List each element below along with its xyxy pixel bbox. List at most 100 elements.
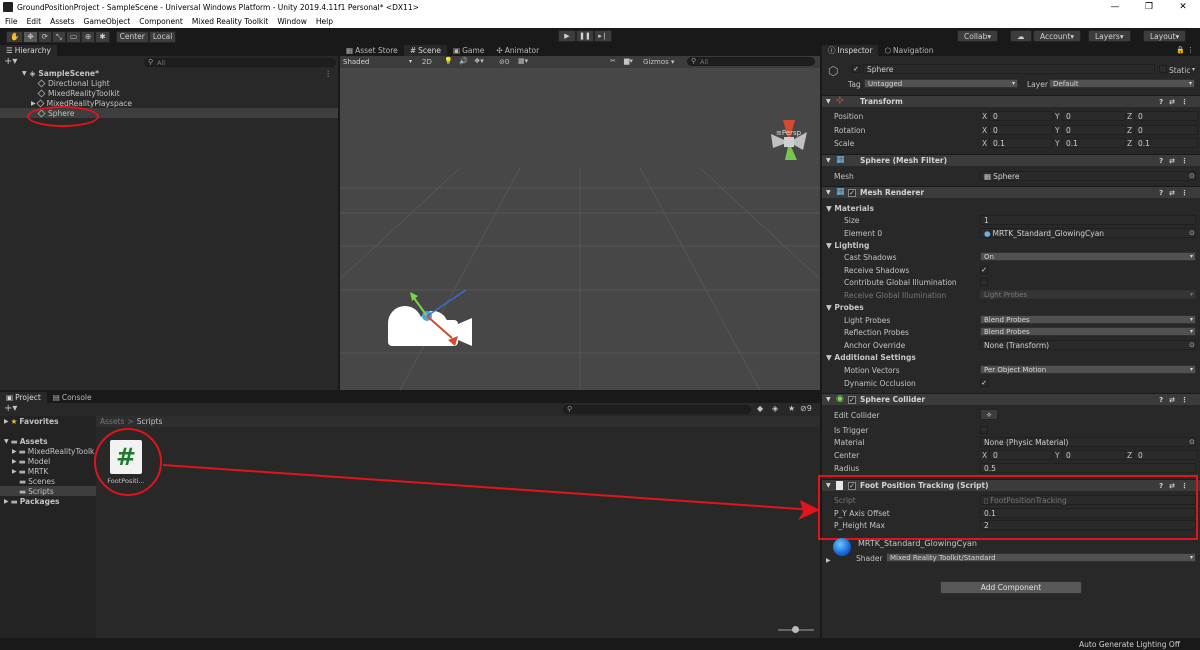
cast-shadows-dropdown[interactable]: On (980, 252, 1196, 261)
probes-section[interactable]: ▼ Probes (826, 303, 864, 312)
add-component-button[interactable]: Add Component (940, 581, 1082, 594)
receive-shadows-checkbox[interactable]: ✓ (980, 266, 988, 274)
close-button[interactable]: ✕ (1166, 2, 1200, 12)
motion-vectors-dropdown[interactable]: Per Object Motion (980, 365, 1196, 374)
rect-tool-icon[interactable]: ▭ (65, 30, 82, 43)
hidden-objects-toggle[interactable]: ⊘0 (499, 58, 509, 66)
maximize-button[interactable]: ❐ (1132, 2, 1166, 12)
rotate-tool-icon[interactable]: ⟳ (37, 30, 52, 43)
scale-z-field[interactable]: 0.1 (1134, 138, 1198, 148)
hidden-packages-toggle[interactable]: ⊘9 (800, 404, 812, 413)
transform-tool-icon[interactable]: ⊕ (81, 30, 96, 43)
packages-row[interactable]: ▶ ▬ Packages (0, 496, 96, 506)
mesh-field[interactable]: ▦ Sphere (980, 171, 1196, 181)
play-button[interactable]: ▶ (558, 30, 576, 42)
sphere-collider-header[interactable]: ▼ ◉ ✓ Sphere Collider ?⇄⋮ (822, 393, 1200, 405)
lighting-section[interactable]: ▼ Lighting (826, 241, 869, 250)
tools-icon[interactable]: ✂ (610, 57, 616, 65)
hierarchy-search-input[interactable]: All (144, 58, 336, 67)
favorite-star-icon[interactable]: ★ (788, 404, 795, 413)
folder-row[interactable]: ▶ ▬ MixedRealityToolk (0, 446, 96, 456)
static-dropdown-icon[interactable]: ▾ (1192, 66, 1195, 73)
position-z-field[interactable]: 0 (1134, 111, 1198, 121)
menu-component[interactable]: Component (139, 17, 183, 26)
component-menu-icons[interactable]: ?⇄⋮ (1159, 98, 1194, 106)
tab-navigation[interactable]: ⬡ Navigation (878, 45, 939, 56)
folder-row[interactable]: ▶ ▬ MRTK (0, 466, 96, 476)
lock-icon[interactable]: 🔒 ⋮ (1176, 46, 1194, 54)
rotation-z-field[interactable]: 0 (1134, 125, 1198, 135)
scale-tool-icon[interactable]: ⤡ (51, 30, 66, 43)
camera-dropdown-icon[interactable]: ▆▾ (624, 57, 633, 65)
folder-row[interactable]: ▬ Scenes (0, 476, 96, 486)
materials-section[interactable]: ▼ Materials (826, 204, 874, 213)
tab-console[interactable]: ▤ Console (47, 392, 98, 403)
layer-dropdown[interactable]: Default (1049, 79, 1195, 88)
projection-label[interactable]: ≡Persp (776, 129, 801, 137)
menu-gameobject[interactable]: GameObject (84, 17, 131, 26)
menu-file[interactable]: File (5, 17, 18, 26)
shader-dropdown[interactable]: Mixed Reality Toolkit/Standard (886, 553, 1196, 562)
anchor-override-field[interactable]: None (Transform) (980, 340, 1196, 350)
light-probes-dropdown[interactable]: Blend Probes (980, 315, 1196, 324)
material-fold-icon[interactable]: ▶ (826, 557, 831, 564)
tab-hierarchy[interactable]: ☰ Hierarchy (0, 45, 57, 56)
object-picker-icon[interactable]: ⊙ (1189, 438, 1195, 446)
rotation-y-field[interactable]: 0 (1062, 125, 1126, 135)
folder-row-selected[interactable]: ▬ Scripts (0, 486, 96, 496)
layout-dropdown[interactable]: Layout ▾ (1143, 30, 1187, 42)
camera-gizmo-icon[interactable] (388, 289, 472, 346)
center-y-field[interactable]: 0 (1062, 450, 1126, 460)
component-menu-icons[interactable]: ?⇄⋮ (1159, 396, 1194, 404)
mesh-filter-header[interactable]: ▼ ▦ Sphere (Mesh Filter) ?⇄⋮ (822, 154, 1200, 166)
project-create-plus-icon[interactable]: +▾ (4, 403, 17, 414)
collider-enabled-checkbox[interactable]: ✓ (848, 395, 856, 404)
physic-material-field[interactable]: None (Physic Material) (980, 437, 1196, 447)
folder-row[interactable]: ▶ ▬ Model (0, 456, 96, 466)
tag-dropdown[interactable]: Untagged (864, 79, 1018, 88)
breadcrumb-assets[interactable]: Assets (100, 417, 124, 426)
tab-animator[interactable]: ✣ Animator (490, 45, 545, 56)
center-z-field[interactable]: 0 (1134, 450, 1198, 460)
effects-dropdown-icon[interactable]: ❖▾ (474, 57, 484, 65)
hand-tool-icon[interactable]: ✋ (6, 30, 24, 43)
tab-inspector[interactable]: ⓘ Inspector (822, 45, 879, 56)
scene-root-row[interactable]: ▼ ◈ SampleScene* ⋮ (0, 68, 338, 78)
edit-collider-button[interactable]: ⟡ (980, 409, 998, 420)
object-picker-icon[interactable]: ⊙ (1189, 341, 1195, 349)
contribute-gi-checkbox[interactable] (980, 278, 988, 286)
tab-asset-store[interactable]: ▦ Asset Store (340, 45, 404, 56)
static-checkbox[interactable] (1159, 65, 1167, 73)
active-checkbox[interactable]: ✓ (852, 65, 860, 73)
favorites-row[interactable]: ▶ ★ Favorites (0, 416, 96, 426)
hierarchy-item[interactable]: MixedRealityToolkit (0, 88, 338, 98)
scene-search-input[interactable]: All (687, 57, 815, 66)
cloud-icon[interactable]: ☁ (1010, 30, 1032, 42)
mesh-renderer-header[interactable]: ▼ ▦ ✓ Mesh Renderer ?⇄⋮ (822, 186, 1200, 198)
menu-help[interactable]: Help (316, 17, 333, 26)
is-trigger-checkbox[interactable] (980, 426, 988, 434)
scale-y-field[interactable]: 0.1 (1062, 138, 1126, 148)
audio-toggle-icon[interactable]: 🔊 (459, 57, 468, 65)
pivot-local-button[interactable]: Local (148, 30, 177, 43)
component-menu-icons[interactable]: ?⇄⋮ (1159, 157, 1194, 165)
materials-size-field[interactable]: 1 (980, 215, 1196, 225)
menu-edit[interactable]: Edit (27, 17, 42, 26)
menu-window[interactable]: Window (277, 17, 307, 26)
grid-toggle-icon[interactable]: ▦▾ (518, 57, 528, 65)
object-picker-icon[interactable]: ⊙ (1189, 172, 1195, 180)
position-y-field[interactable]: 0 (1062, 111, 1126, 121)
scene-viewport[interactable] (340, 68, 820, 390)
additional-settings-section[interactable]: ▼ Additional Settings (826, 353, 916, 362)
object-name-field[interactable]: Sphere (863, 64, 1155, 74)
position-x-field[interactable]: 0 (989, 111, 1053, 121)
pivot-center-button[interactable]: Center (115, 30, 149, 43)
reflection-probes-dropdown[interactable]: Blend Probes (980, 327, 1196, 336)
create-plus-icon[interactable]: +▾ (4, 56, 17, 67)
assets-folder-row[interactable]: ▼ ▬ Assets (0, 436, 96, 446)
move-tool-icon[interactable]: ✥ (23, 30, 38, 43)
tab-project[interactable]: ▣ Project (0, 392, 47, 403)
element0-field[interactable]: ● MRTK_Standard_GlowingCyan (980, 228, 1196, 238)
toggle-2d-button[interactable]: 2D (422, 58, 432, 66)
object-picker-icon[interactable]: ⊙ (1189, 229, 1195, 237)
